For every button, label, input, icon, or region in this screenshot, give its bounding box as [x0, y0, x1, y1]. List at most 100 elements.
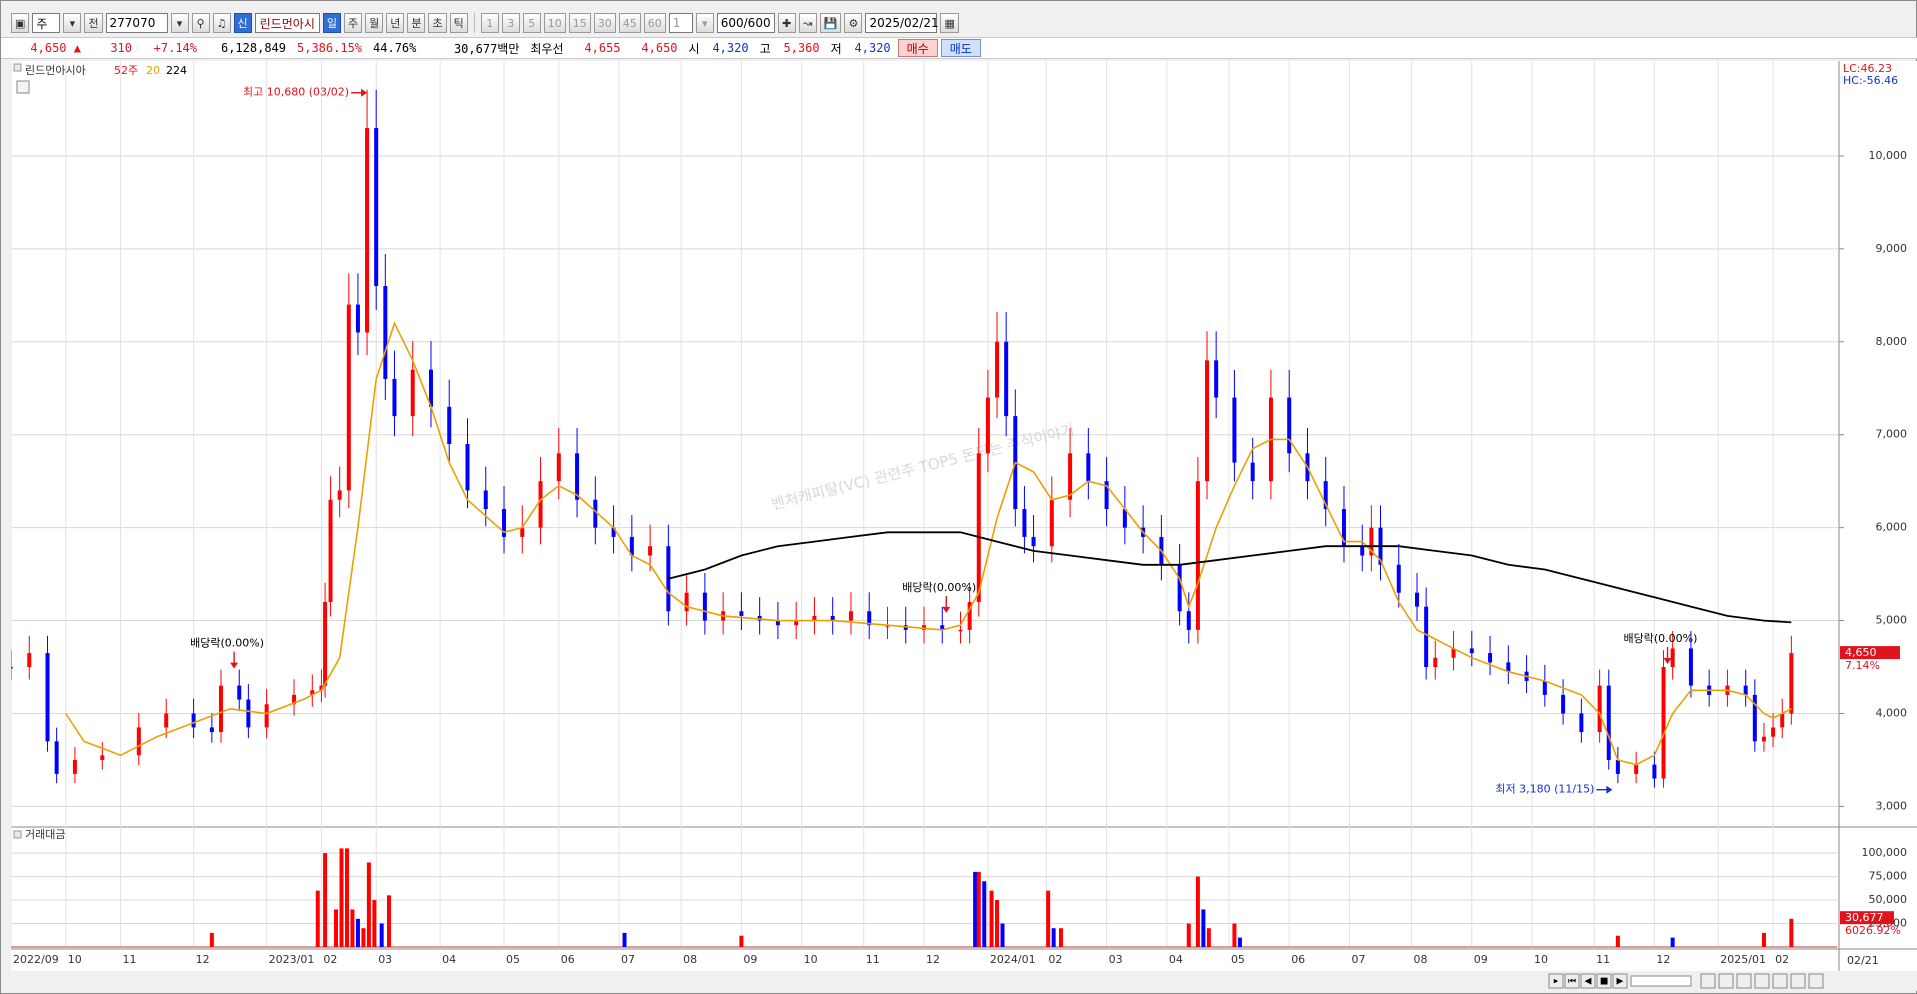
time-tick-label: 12 [196, 953, 210, 966]
chart-menu-icon[interactable]: ▣ [11, 13, 30, 33]
volume-bar [339, 848, 344, 947]
time-tick-label: 09 [743, 953, 757, 966]
save-icon[interactable]: 💾 [819, 13, 842, 33]
chevron-down-icon[interactable]: ▾ [63, 13, 82, 33]
volume-ratio: 5,386.15% [297, 41, 363, 55]
interval-60[interactable]: 60 [643, 13, 666, 33]
candle-body [355, 304, 360, 333]
period-week[interactable]: 주 [343, 13, 363, 33]
hc-label: HC:-56.46 [1843, 74, 1898, 87]
candle-body [72, 759, 77, 774]
magnify-icon[interactable] [1790, 973, 1806, 989]
candle-body [328, 499, 333, 602]
time-tick-label: 05 [506, 953, 520, 966]
period-tick[interactable]: 틱 [449, 13, 468, 33]
candle-body [520, 527, 525, 537]
period-month[interactable]: 월 [365, 13, 384, 33]
interval-45[interactable]: 45 [618, 13, 641, 33]
volume-pane-collapse-icon[interactable] [13, 830, 22, 839]
period-minute[interactable]: 분 [407, 13, 426, 33]
unit-input[interactable]: 1 [668, 13, 693, 33]
legend-52week: 52주 [114, 64, 138, 77]
code-dropdown-icon[interactable]: ▾ [170, 13, 189, 33]
type-select[interactable]: 주 [32, 13, 61, 33]
period-second[interactable]: 초 [428, 13, 447, 33]
time-tick-label: 2022/09 [13, 953, 59, 966]
candle-body [383, 286, 388, 379]
stop-icon: ■ [1600, 977, 1609, 987]
sell-button[interactable]: 매도 [940, 39, 981, 57]
candle-body [1287, 397, 1292, 454]
candle-body [27, 653, 32, 668]
interval-15[interactable]: 15 [568, 13, 591, 33]
low-price: 4,320 [854, 41, 891, 55]
interval-30[interactable]: 30 [593, 13, 616, 33]
pane-collapse-icon[interactable] [13, 63, 22, 72]
interval-3[interactable]: 3 [501, 13, 520, 33]
interval-10[interactable]: 10 [543, 13, 566, 33]
candle-body [1424, 606, 1429, 668]
calendar-icon[interactable]: ▦ [940, 13, 959, 33]
volume-bar [379, 923, 384, 947]
settings-icon[interactable] [1772, 973, 1788, 989]
fit-icon[interactable] [1736, 973, 1752, 989]
candle-body [392, 378, 397, 417]
candle-body [702, 592, 707, 621]
prev-button[interactable]: 전 [84, 13, 103, 33]
price-change-pct: +7.14% [153, 41, 197, 55]
crosshair-icon[interactable]: ✚ [777, 13, 796, 33]
time-tick-label: 08 [1414, 953, 1428, 966]
candle-body [447, 406, 452, 444]
candle-body [1597, 685, 1602, 733]
current-pct-label: 7.14% [1845, 659, 1880, 672]
volume-bar [1195, 876, 1200, 947]
date-input[interactable]: 2025/02/21 [865, 13, 939, 33]
current-volume-pct: 6026.92% [1845, 924, 1901, 937]
speaker-icon[interactable]: ♫ [212, 13, 231, 33]
text-icon[interactable] [1808, 973, 1824, 989]
candle-body [1542, 680, 1547, 695]
candle-body [1561, 694, 1566, 714]
chart-area[interactable]: 3,000 4,000 5,000 6,000 7,000 8,000 9,000 10,00… [9, 61, 1917, 991]
price-tick-label: 3,000 [1876, 799, 1908, 812]
candle-body [410, 369, 415, 417]
open-price: 4,320 [712, 41, 749, 55]
period-day[interactable]: 일 [322, 13, 341, 33]
current-price-label: 4,650 [1845, 646, 1877, 659]
candle-body [739, 611, 744, 616]
current-volume-label: 30,677 [1845, 911, 1884, 924]
volume-bar [315, 890, 320, 947]
candle-body [1789, 653, 1794, 714]
chart-type-icon[interactable] [1754, 973, 1770, 989]
search-icon[interactable]: ⚲ [191, 13, 210, 33]
count-input[interactable]: 600/600 [716, 13, 775, 33]
candle-body [1004, 341, 1009, 417]
volume-bar [361, 928, 366, 947]
interval-1[interactable]: 1 [480, 13, 499, 33]
candle-body [1652, 764, 1657, 779]
zoom-slider[interactable] [1630, 975, 1692, 987]
unit-dropdown-icon[interactable]: ▾ [695, 13, 714, 33]
buy-button[interactable]: 매수 [897, 39, 938, 57]
time-tick-label: 06 [561, 953, 575, 966]
interval-5[interactable]: 5 [522, 13, 541, 33]
zoom-out-icon[interactable] [1718, 973, 1734, 989]
volume-bar [1206, 928, 1211, 947]
period-year[interactable]: 년 [386, 13, 405, 33]
volume-bar [350, 909, 355, 947]
trade-amount: 30,677백만 [453, 41, 520, 56]
gear-icon[interactable]: ⚙ [844, 13, 863, 33]
new-badge: 신 [233, 13, 252, 33]
volume-bar [1058, 928, 1063, 947]
trend-tool-icon[interactable]: ↝ [798, 13, 817, 33]
zoom-in-icon[interactable] [1700, 973, 1716, 989]
volume-bar [995, 900, 1000, 947]
candle-body [556, 453, 561, 482]
grid-toggle-icon[interactable] [16, 80, 30, 94]
volume-bar [372, 900, 377, 947]
volume-bar [1670, 937, 1675, 947]
candle-body [1688, 648, 1693, 686]
chart-svg[interactable]: 3,000 4,000 5,000 6,000 7,000 8,000 9,000 10,00… [9, 61, 1917, 991]
stock-code-input[interactable]: 277070 [105, 13, 168, 33]
price-change: 310 [110, 41, 132, 55]
